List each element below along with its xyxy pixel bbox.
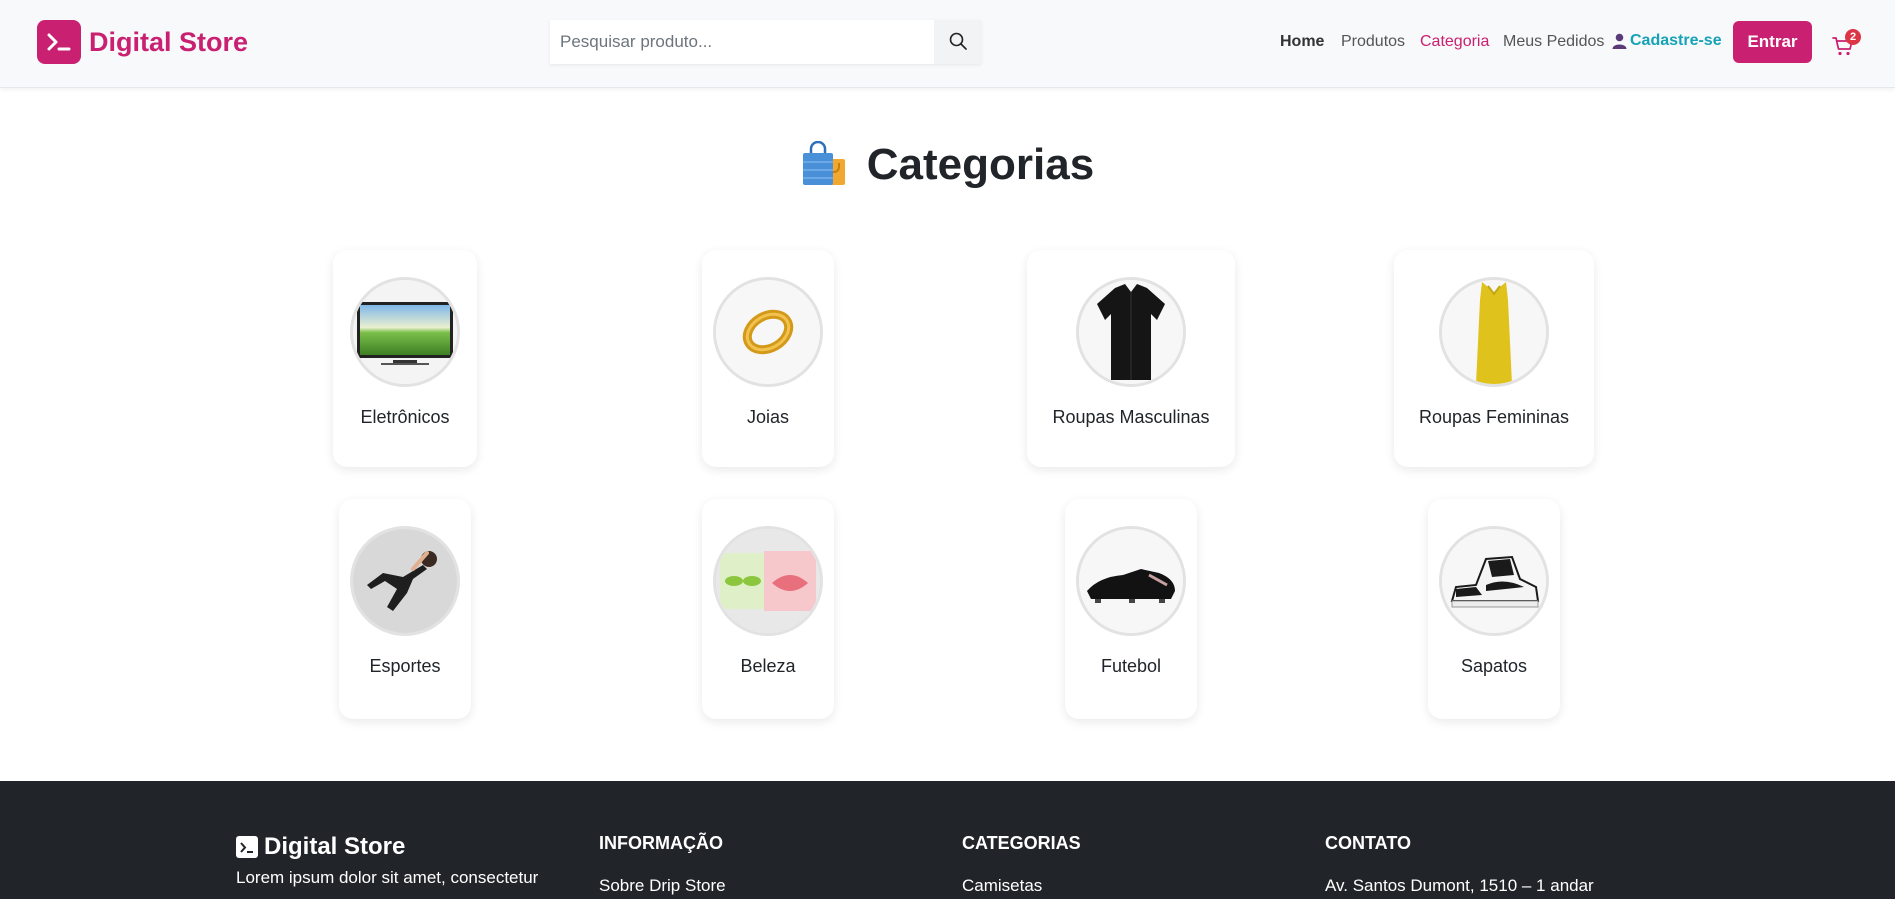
cart-count-badge: 2 [1845,29,1861,45]
category-card-futebol[interactable]: Futebol [1065,499,1197,719]
footer-address: Av. Santos Dumont, 1510 – 1 andar [1325,876,1594,895]
footer-link-camisetas[interactable]: Camisetas [962,876,1081,896]
footer-description: Lorem ipsum dolor sit amet, consectetur [236,868,539,887]
football-boot-image [1076,526,1186,636]
footer-brand[interactable]: Digital Store [236,833,566,861]
user-icon [1612,33,1627,49]
category-label: Roupas Femininas [1418,407,1570,427]
nav-cadastre-se[interactable]: Cadastre-se [1612,32,1722,50]
shopping-bags-icon [801,141,849,189]
nav-produtos[interactable]: Produtos [1341,33,1405,51]
nav-categoria[interactable]: Categoria [1420,33,1489,51]
terminal-icon [236,836,258,858]
category-card-esportes[interactable]: Esportes [339,499,471,719]
category-label: Esportes [369,656,441,676]
footer-brand-column: Digital Store Lorem ipsum dolor sit amet… [236,833,566,890]
category-label: Roupas Masculinas [1052,407,1210,427]
nav-meus-pedidos[interactable]: Meus Pedidos [1503,33,1604,51]
athlete-image [350,526,460,636]
category-card-sapatos[interactable]: Sapatos [1428,499,1560,719]
sneaker-image [1439,526,1549,636]
site-header: Digital Store Home Produtos Categoria Me… [0,0,1895,88]
mens-shirt-image [1076,277,1186,387]
login-button[interactable]: Entrar [1733,21,1812,63]
category-label: Eletrônicos [360,407,450,427]
logo-text: Digital Store [89,26,249,57]
logo-link[interactable]: Digital Store [37,20,248,64]
footer-link-sobre[interactable]: Sobre Drip Store [599,876,726,896]
footer-info-column: INFORMAÇÃO Sobre Drip Store [599,833,726,896]
search-button[interactable] [934,20,981,64]
terminal-icon [37,20,81,64]
category-card-beleza[interactable]: Beleza [702,499,834,719]
categories-heading: Categorias [866,140,1095,189]
search-input[interactable] [550,20,934,64]
search-bar [550,20,981,64]
category-label: Joias [746,407,790,427]
footer-categories-heading: CATEGORIAS [962,833,1081,853]
beauty-products-image [713,526,823,636]
category-label: Sapatos [1460,656,1528,676]
womens-dress-image [1439,277,1549,387]
tv-image [350,277,460,387]
site-footer: Digital Store Lorem ipsum dolor sit amet… [0,781,1895,899]
category-card-joias[interactable]: Joias [702,250,834,467]
category-label: Beleza [740,656,796,676]
page-title: Categorias [0,140,1895,190]
footer-brand-text: Digital Store [264,833,406,860]
footer-categories-column: CATEGORIAS Camisetas [962,833,1081,896]
cart-icon [1831,37,1855,62]
search-icon [949,32,967,53]
footer-contact-heading: CONTATO [1325,833,1411,853]
category-card-roupas-masculinas[interactable]: Roupas Masculinas [1027,250,1235,467]
footer-info-heading: INFORMAÇÃO [599,833,723,853]
category-label: Futebol [1100,656,1162,676]
category-card-eletronicos[interactable]: Eletrônicos [333,250,477,467]
ring-image [713,277,823,387]
category-card-roupas-femininas[interactable]: Roupas Femininas [1394,250,1594,467]
footer-contact-column: CONTATO Av. Santos Dumont, 1510 – 1 anda… [1325,833,1594,896]
cadastro-label: Cadastre-se [1630,32,1722,49]
nav-home[interactable]: Home [1280,33,1324,51]
